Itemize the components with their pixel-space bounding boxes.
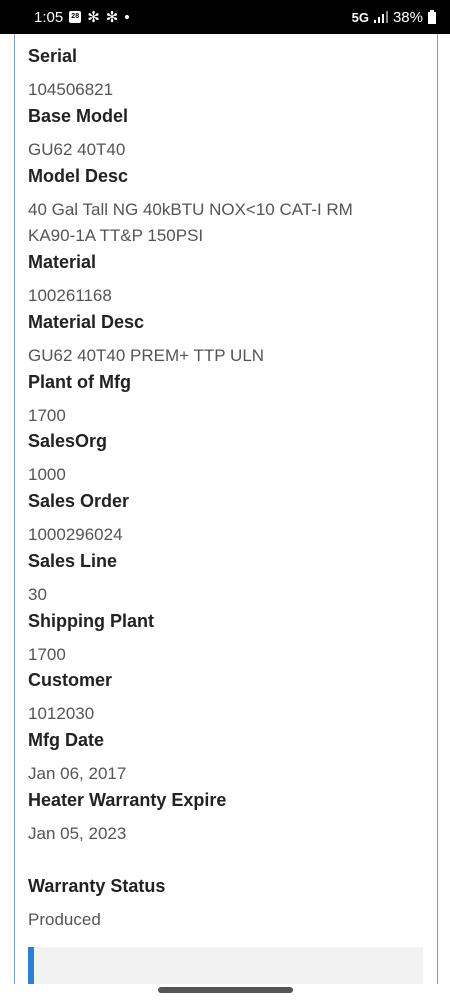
status-time: 1:05 bbox=[34, 8, 64, 26]
network-type: 5G bbox=[351, 9, 369, 25]
field-value: 1012030 bbox=[28, 704, 95, 723]
field-heater-warranty-expire: Heater Warranty Expire Jan 05, 2023 bbox=[28, 790, 428, 847]
field-label: Mfg Date bbox=[28, 730, 104, 750]
field-material: Material 100261168 bbox=[28, 252, 428, 309]
field-value: Jan 05, 2023 bbox=[28, 824, 127, 843]
field-material-desc: Material Desc GU62 40T40 PREM+ TTP ULN bbox=[28, 312, 428, 369]
field-value: 40 Gal Tall NG 40kBTU NOX<10 CAT-I RM KA… bbox=[28, 200, 353, 245]
status-bar: 1:05 28 ✻ ✻ • 5G 38% bbox=[0, 0, 450, 34]
field-mfg-date: Mfg Date Jan 06, 2017 bbox=[28, 730, 428, 787]
field-label: Sales Order bbox=[28, 491, 130, 511]
field-label: Heater Warranty Expire bbox=[28, 790, 227, 810]
yelp-icon-2: ✻ bbox=[105, 9, 119, 26]
status-right: 5G 38% bbox=[352, 9, 436, 26]
field-label: Model Desc bbox=[28, 166, 129, 186]
field-model-desc: Model Desc 40 Gal Tall NG 40kBTU NOX<10 … bbox=[28, 166, 428, 249]
field-value: 104506821 bbox=[28, 80, 114, 99]
field-plant-of-mfg: Plant of Mfg 1700 bbox=[28, 372, 428, 429]
battery-icon bbox=[428, 10, 436, 24]
yelp-icon: ✻ bbox=[87, 9, 100, 26]
field-label: Base Model bbox=[28, 106, 129, 126]
field-warranty-status: Warranty Status Produced bbox=[28, 876, 428, 933]
field-sales-order: Sales Order 1000296024 bbox=[28, 491, 428, 548]
field-value: 30 bbox=[28, 585, 47, 604]
home-gesture-handle[interactable] bbox=[158, 987, 293, 993]
field-label: Customer bbox=[28, 670, 113, 690]
field-label: Sales Line bbox=[28, 551, 118, 571]
field-value: 1000 bbox=[28, 465, 66, 484]
battery-percent: 38% bbox=[392, 8, 423, 26]
signal-icon bbox=[373, 11, 388, 23]
field-value: 100261168 bbox=[28, 286, 112, 305]
field-value: GU62 40T40 bbox=[28, 140, 126, 159]
field-value: Jan 06, 2017 bbox=[28, 764, 127, 783]
field-value: Produced bbox=[28, 910, 101, 929]
notification-dot-icon: • bbox=[124, 8, 130, 26]
field-label: Shipping Plant bbox=[28, 611, 154, 631]
field-serial: Serial 104506821 bbox=[28, 46, 428, 103]
calendar-icon: 28 bbox=[69, 11, 82, 23]
field-label: Material Desc bbox=[28, 312, 145, 332]
field-value: 1000296024 bbox=[28, 525, 123, 544]
field-label: Plant of Mfg bbox=[28, 372, 131, 392]
info-panel bbox=[28, 947, 423, 987]
field-label: SalesOrg bbox=[28, 431, 108, 451]
field-value: 1700 bbox=[28, 406, 66, 425]
field-salesorg: SalesOrg 1000 bbox=[28, 431, 428, 488]
status-left: 1:05 28 ✻ ✻ • bbox=[34, 8, 130, 27]
field-sales-line: Sales Line 30 bbox=[28, 551, 428, 608]
field-label: Serial bbox=[28, 46, 78, 66]
field-label: Material bbox=[28, 252, 97, 272]
field-value: GU62 40T40 PREM+ TTP ULN bbox=[28, 346, 265, 365]
field-base-model: Base Model GU62 40T40 bbox=[28, 106, 428, 163]
field-value: 1700 bbox=[28, 645, 66, 664]
field-customer: Customer 1012030 bbox=[28, 670, 428, 727]
field-label: Warranty Status bbox=[28, 876, 166, 896]
field-shipping-plant: Shipping Plant 1700 bbox=[28, 611, 428, 668]
